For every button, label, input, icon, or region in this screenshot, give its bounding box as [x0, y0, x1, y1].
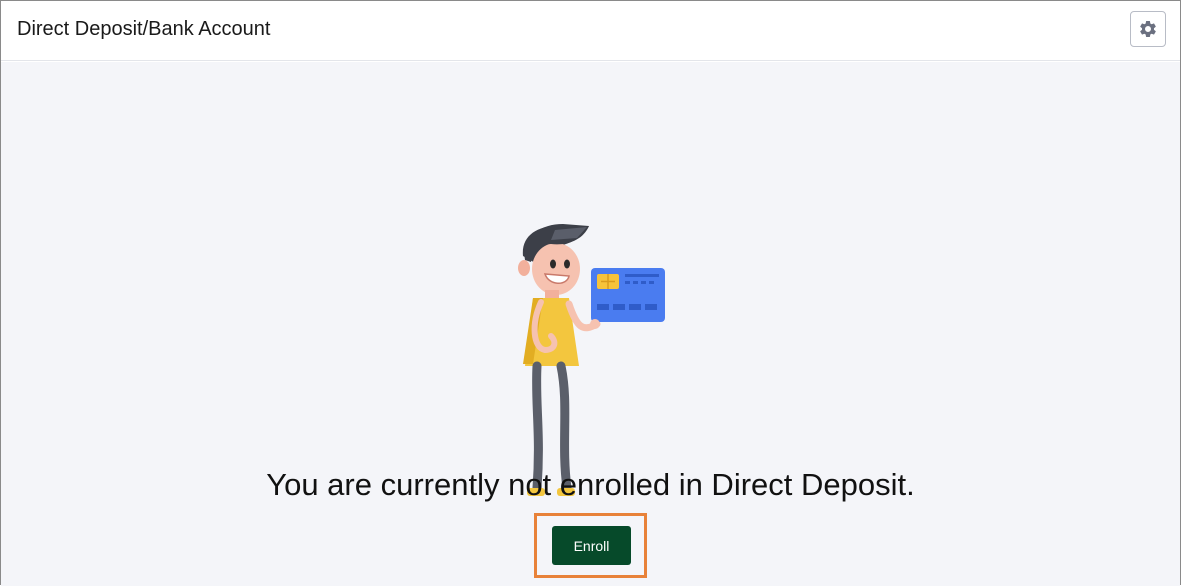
app-frame: Direct Deposit/Bank Account You are curr… [0, 0, 1181, 586]
not-enrolled-message: You are currently not enrolled in Direct… [266, 467, 915, 502]
enroll-button[interactable]: Enroll [552, 526, 631, 565]
person-holding-card-illustration [518, 224, 665, 496]
page-header: Direct Deposit/Bank Account [1, 1, 1180, 61]
gear-icon [1140, 20, 1156, 37]
page-title: Direct Deposit/Bank Account [17, 18, 271, 40]
settings-button[interactable] [1130, 11, 1166, 47]
main-content: You are currently not enrolled in Direct… [1, 62, 1180, 586]
